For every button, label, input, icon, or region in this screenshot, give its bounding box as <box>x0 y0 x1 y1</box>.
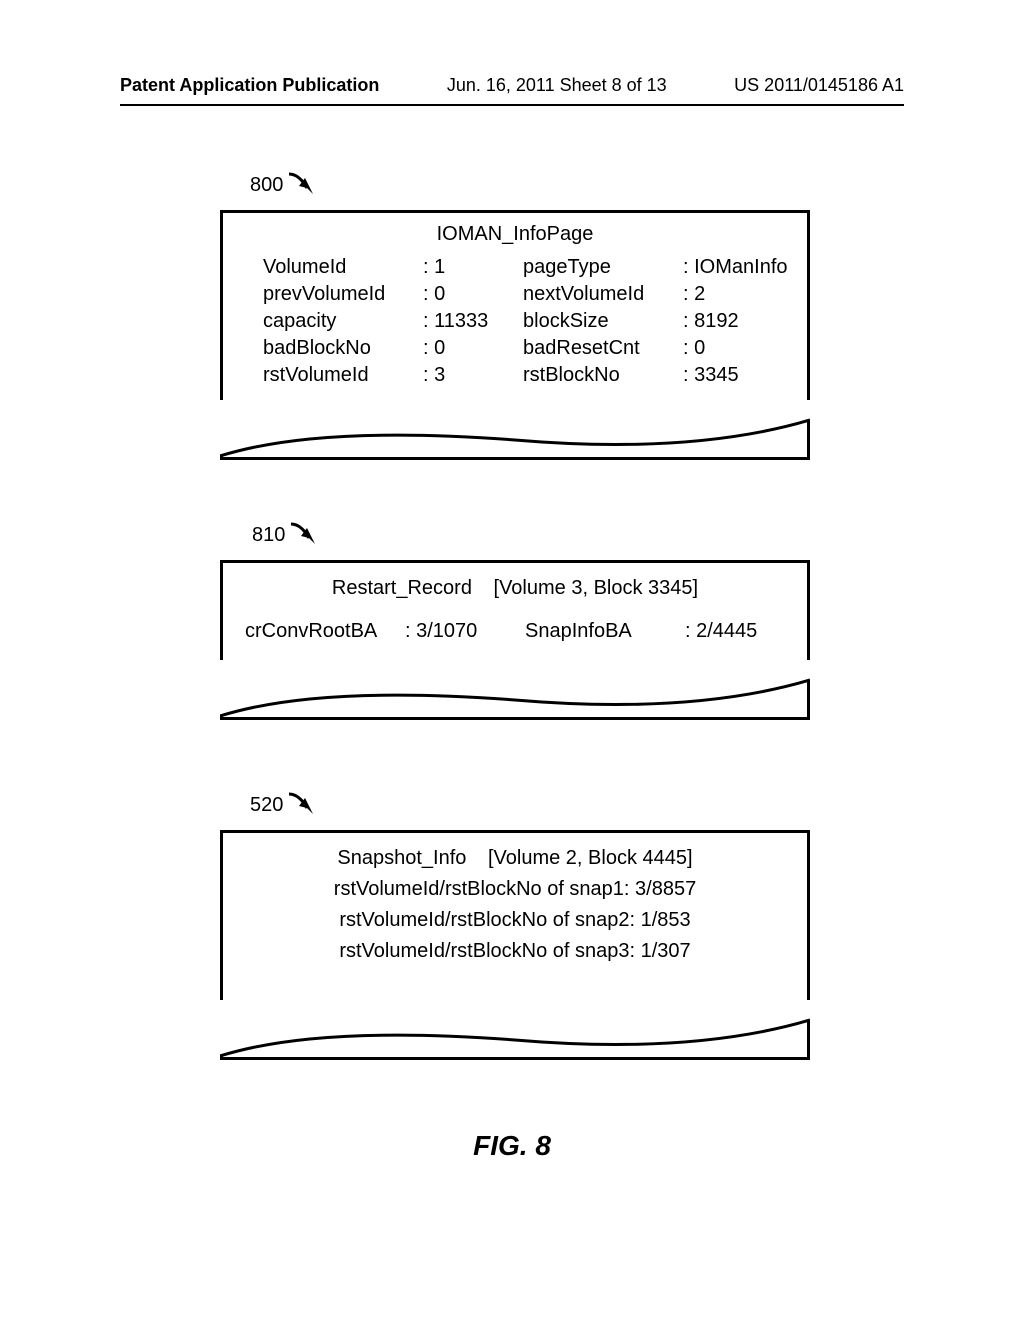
figure-caption: FIG. 8 <box>120 1130 904 1162</box>
ref-810-text: 810 <box>252 524 285 547</box>
restart-field-val: : 2/4445 <box>685 620 785 643</box>
ioman-field-val: : 1 <box>423 256 523 279</box>
ioman-field-key: prevVolumeId <box>263 283 423 306</box>
restart-grid: crConvRootBA : 3/1070 SnapInfoBA : 2/444… <box>263 620 767 643</box>
arrow-icon <box>289 520 323 550</box>
restart-record-box: Restart_Record [Volume 3, Block 3345] cr… <box>220 560 810 720</box>
snapshot-title-text: Snapshot_Info <box>337 847 466 869</box>
arrow-icon <box>287 790 321 820</box>
ioman-field-val: : 2 <box>683 283 813 306</box>
ref-800: 800 <box>250 170 321 200</box>
restart-title: Restart_Record [Volume 3, Block 3345] <box>223 577 807 600</box>
page-header: Patent Application Publication Jun. 16, … <box>0 75 1024 106</box>
torn-edge-icon <box>220 400 810 460</box>
ioman-infopage-box: IOMAN_InfoPage VolumeId : 1 pageType : I… <box>220 210 810 460</box>
ref-800-text: 800 <box>250 174 283 197</box>
restart-field-key: crConvRootBA <box>245 620 405 643</box>
ioman-field-val: : 3 <box>423 364 523 387</box>
ioman-field-val: : IOManInfo <box>683 256 813 279</box>
ioman-field-val: : 0 <box>683 337 813 360</box>
ioman-field-key: nextVolumeId <box>523 283 683 306</box>
header-left: Patent Application Publication <box>120 75 379 96</box>
ref-520: 520 <box>250 790 321 820</box>
header-rule <box>120 104 904 106</box>
ioman-field-key: badResetCnt <box>523 337 683 360</box>
ioman-grid: VolumeId : 1 pageType : IOManInfo prevVo… <box>263 256 807 387</box>
snapshot-line: rstVolumeId/rstBlockNo of snap2: 1/853 <box>223 909 807 932</box>
ioman-field-key: rstBlockNo <box>523 364 683 387</box>
torn-edge-icon <box>220 1000 810 1060</box>
ref-810: 810 <box>252 520 323 550</box>
ioman-field-val: : 11333 <box>423 310 523 333</box>
ioman-field-val: : 0 <box>423 283 523 306</box>
ioman-field-key: pageType <box>523 256 683 279</box>
ioman-field-val: : 0 <box>423 337 523 360</box>
header-mid: Jun. 16, 2011 Sheet 8 of 13 <box>447 75 667 96</box>
restart-title-loc: [Volume 3, Block 3345] <box>494 577 699 599</box>
snapshot-title-loc: [Volume 2, Block 4445] <box>488 847 693 869</box>
ioman-field-key: rstVolumeId <box>263 364 423 387</box>
snapshot-line: rstVolumeId/rstBlockNo of snap1: 3/8857 <box>223 878 807 901</box>
ioman-title: IOMAN_InfoPage <box>223 223 807 246</box>
ref-520-text: 520 <box>250 794 283 817</box>
snapshot-line: rstVolumeId/rstBlockNo of snap3: 1/307 <box>223 940 807 963</box>
restart-field-key: SnapInfoBA <box>525 620 685 643</box>
snapshot-lines: rstVolumeId/rstBlockNo of snap1: 3/8857 … <box>223 878 807 963</box>
ioman-field-val: : 3345 <box>683 364 813 387</box>
ioman-field-key: capacity <box>263 310 423 333</box>
ioman-field-key: VolumeId <box>263 256 423 279</box>
ioman-field-key: badBlockNo <box>263 337 423 360</box>
header-right: US 2011/0145186 A1 <box>734 75 904 96</box>
snapshot-info-box: Snapshot_Info [Volume 2, Block 4445] rst… <box>220 830 810 1060</box>
torn-edge-icon <box>220 660 810 720</box>
snapshot-title: Snapshot_Info [Volume 2, Block 4445] <box>223 847 807 870</box>
arrow-icon <box>287 170 321 200</box>
restart-title-text: Restart_Record <box>332 577 472 599</box>
ioman-field-key: blockSize <box>523 310 683 333</box>
restart-field-val: : 3/1070 <box>405 620 525 643</box>
ioman-field-val: : 8192 <box>683 310 813 333</box>
